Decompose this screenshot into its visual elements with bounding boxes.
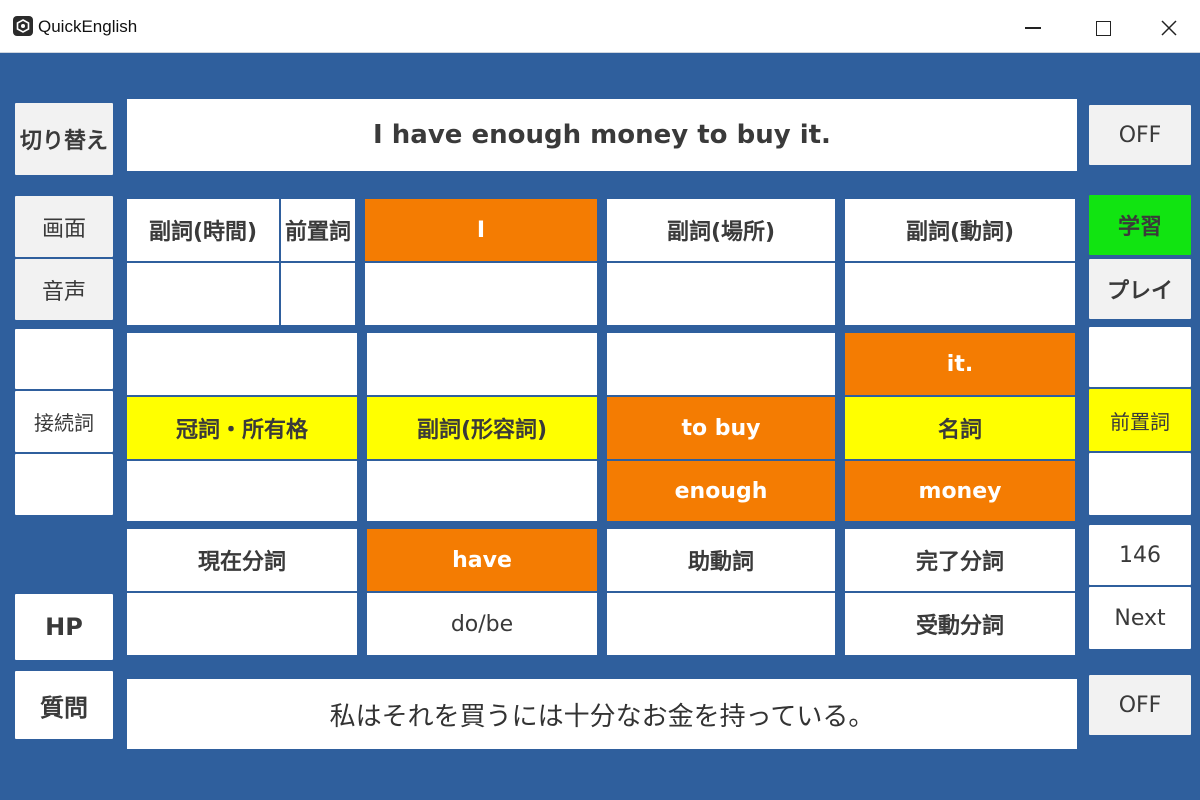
slot-preposition-label[interactable]: 前置詞 xyxy=(280,198,356,262)
slot-preposition-value[interactable] xyxy=(280,262,356,326)
slot-passive-participle-label[interactable]: 受動分詞 xyxy=(844,592,1076,656)
slot-article-top[interactable] xyxy=(126,332,358,396)
title-bar: QuickEnglish xyxy=(0,0,1200,53)
slot-adverb-place-value[interactable] xyxy=(606,262,836,326)
conjunction-button[interactable]: 接続詞 xyxy=(14,390,114,453)
slot-adverb-adj-top[interactable] xyxy=(366,332,598,396)
slot-adverb-adj-value[interactable] xyxy=(366,460,598,522)
left-empty-slot-2[interactable] xyxy=(14,453,114,516)
right-empty-slot-2[interactable] xyxy=(1088,452,1192,516)
slot-adverb-enough[interactable]: enough xyxy=(606,460,836,522)
slot-infinitive[interactable]: to buy xyxy=(606,396,836,460)
slot-noun-money[interactable]: money xyxy=(844,460,1076,522)
english-sentence: I have enough money to buy it. xyxy=(126,98,1078,172)
switch-button[interactable]: 切り替え xyxy=(14,102,114,176)
slot-subject[interactable]: I xyxy=(364,198,598,262)
hp-button[interactable]: HP xyxy=(14,593,114,661)
slot-article-possessive[interactable]: 冠詞・所有格 xyxy=(126,396,358,460)
off-toggle-top[interactable]: OFF xyxy=(1088,104,1192,166)
slot-noun-label[interactable]: 名詞 xyxy=(844,396,1076,460)
maximize-button[interactable] xyxy=(1080,10,1126,46)
off-toggle-bottom[interactable]: OFF xyxy=(1088,674,1192,736)
slot-adverb-place-label[interactable]: 副詞(場所) xyxy=(606,198,836,262)
right-empty-slot-1[interactable] xyxy=(1088,326,1192,388)
study-mode-button[interactable]: 学習 xyxy=(1088,194,1192,256)
slot-adverb-verb-value[interactable] xyxy=(844,262,1076,326)
slot-article-value[interactable] xyxy=(126,460,358,522)
maximize-icon xyxy=(1095,20,1111,36)
slot-perfect-participle-label[interactable]: 完了分詞 xyxy=(844,528,1076,592)
slot-present-participle-label[interactable]: 現在分詞 xyxy=(126,528,358,592)
minimize-button[interactable] xyxy=(1010,10,1056,46)
slot-object[interactable]: it. xyxy=(844,332,1076,396)
slot-adverb-time-label[interactable]: 副詞(時間) xyxy=(126,198,280,262)
preposition-side-button[interactable]: 前置詞 xyxy=(1088,388,1192,452)
close-icon xyxy=(1161,20,1177,36)
slot-infinitive-top[interactable] xyxy=(606,332,836,396)
slot-adverb-verb-label[interactable]: 副詞(動詞) xyxy=(844,198,1076,262)
question-counter: 146 xyxy=(1088,524,1192,586)
screen-button[interactable]: 画面 xyxy=(14,195,114,258)
app-icon xyxy=(13,16,33,36)
slot-auxiliary-label[interactable]: 助動詞 xyxy=(606,528,836,592)
japanese-translation: 私はそれを買うには十分なお金を持っている。 xyxy=(126,678,1078,750)
slot-do-be[interactable]: do/be xyxy=(366,592,598,656)
slot-subject-value[interactable] xyxy=(364,262,598,326)
slot-auxiliary-value[interactable] xyxy=(606,592,836,656)
minimize-icon xyxy=(1025,27,1041,29)
next-button[interactable]: Next xyxy=(1088,586,1192,650)
voice-button[interactable]: 音声 xyxy=(14,258,114,321)
play-mode-button[interactable]: プレイ xyxy=(1088,258,1192,320)
close-button[interactable] xyxy=(1146,10,1192,46)
slot-adverb-time-value[interactable] xyxy=(126,262,280,326)
slot-verb[interactable]: have xyxy=(366,528,598,592)
window-title: QuickEnglish xyxy=(38,17,138,36)
left-empty-slot-1[interactable] xyxy=(14,328,114,390)
slot-present-participle-value[interactable] xyxy=(126,592,358,656)
slot-adverb-adjective[interactable]: 副詞(形容詞) xyxy=(366,396,598,460)
question-button[interactable]: 質問 xyxy=(14,670,114,740)
